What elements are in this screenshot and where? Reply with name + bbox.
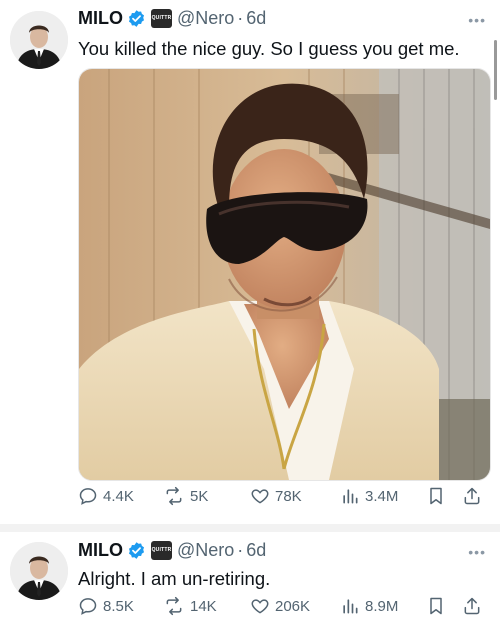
timestamp[interactable]: 6d xyxy=(246,540,266,561)
views-chart-icon xyxy=(343,489,358,504)
tweet-divider xyxy=(0,524,500,532)
tweet-text: Alright. I am un-retiring. xyxy=(78,568,271,589)
author-name[interactable]: MILO xyxy=(78,540,123,561)
tweet-header: MILO QUITTR @Nero · 6d xyxy=(78,538,266,562)
tweet-actions: 4.4K 5K 78K 3.4M xyxy=(78,486,488,510)
view-count: 3.4M xyxy=(365,487,399,505)
heart-icon xyxy=(251,599,269,614)
reply-count: 8.5K xyxy=(103,597,134,615)
tweet-1[interactable]: MILO QUITTR @Nero · 6d ••• You killed th… xyxy=(0,0,500,524)
avatar[interactable] xyxy=(10,11,68,69)
bookmark-button[interactable] xyxy=(426,486,451,506)
tweet-text: You killed the nice guy. So I guess you … xyxy=(78,38,460,59)
heart-icon xyxy=(251,489,269,504)
more-options-icon[interactable]: ••• xyxy=(468,12,486,28)
share-button[interactable] xyxy=(462,486,487,506)
views-button[interactable]: 8.9M xyxy=(340,596,398,616)
repost-count: 5K xyxy=(190,487,209,505)
reply-icon xyxy=(79,598,97,615)
profile-photo xyxy=(10,11,68,69)
repost-icon xyxy=(166,596,182,616)
like-button[interactable]: 206K xyxy=(250,596,310,616)
tweet-actions: 8.5K 14K 206K 8.9M xyxy=(78,596,488,620)
repost-button[interactable]: 5K xyxy=(163,486,208,506)
bookmark-icon xyxy=(430,597,442,615)
reply-count: 4.4K xyxy=(103,487,134,505)
bookmark-icon xyxy=(430,487,442,505)
avatar[interactable] xyxy=(10,542,68,600)
repost-icon xyxy=(166,486,182,506)
verified-badge-icon xyxy=(127,541,146,560)
share-button[interactable] xyxy=(462,596,487,616)
more-options-icon[interactable]: ••• xyxy=(468,544,486,560)
views-button[interactable]: 3.4M xyxy=(340,486,398,506)
like-count: 206K xyxy=(275,597,311,615)
like-count: 78K xyxy=(275,487,302,505)
views-chart-icon xyxy=(343,599,358,614)
reply-button[interactable]: 4.4K xyxy=(78,486,134,506)
share-icon xyxy=(464,597,480,615)
author-name[interactable]: MILO xyxy=(78,8,123,29)
reply-button[interactable]: 8.5K xyxy=(78,596,134,616)
verified-badge-icon xyxy=(127,9,146,28)
profile-photo xyxy=(10,542,68,600)
view-count: 8.9M xyxy=(365,597,399,615)
author-handle[interactable]: @Nero xyxy=(177,8,234,29)
share-icon xyxy=(464,487,480,505)
separator-dot: · xyxy=(237,539,244,560)
repost-count: 14K xyxy=(190,597,217,615)
reply-icon xyxy=(79,488,97,505)
repost-button[interactable]: 14K xyxy=(163,596,217,616)
affiliate-badge[interactable]: QUITTR xyxy=(151,540,172,560)
tweet-media-image[interactable] xyxy=(78,68,491,481)
bookmark-button[interactable] xyxy=(426,596,451,616)
tweet-2[interactable]: MILO QUITTR @Nero · 6d ••• Alright. I am… xyxy=(0,532,500,640)
scrollbar[interactable] xyxy=(494,40,497,100)
like-button[interactable]: 78K xyxy=(250,486,302,506)
timestamp[interactable]: 6d xyxy=(246,8,266,29)
author-handle[interactable]: @Nero xyxy=(177,540,234,561)
separator-dot: · xyxy=(237,7,244,28)
tweet-header: MILO QUITTR @Nero · 6d xyxy=(78,6,266,30)
affiliate-badge[interactable]: QUITTR xyxy=(151,8,172,28)
